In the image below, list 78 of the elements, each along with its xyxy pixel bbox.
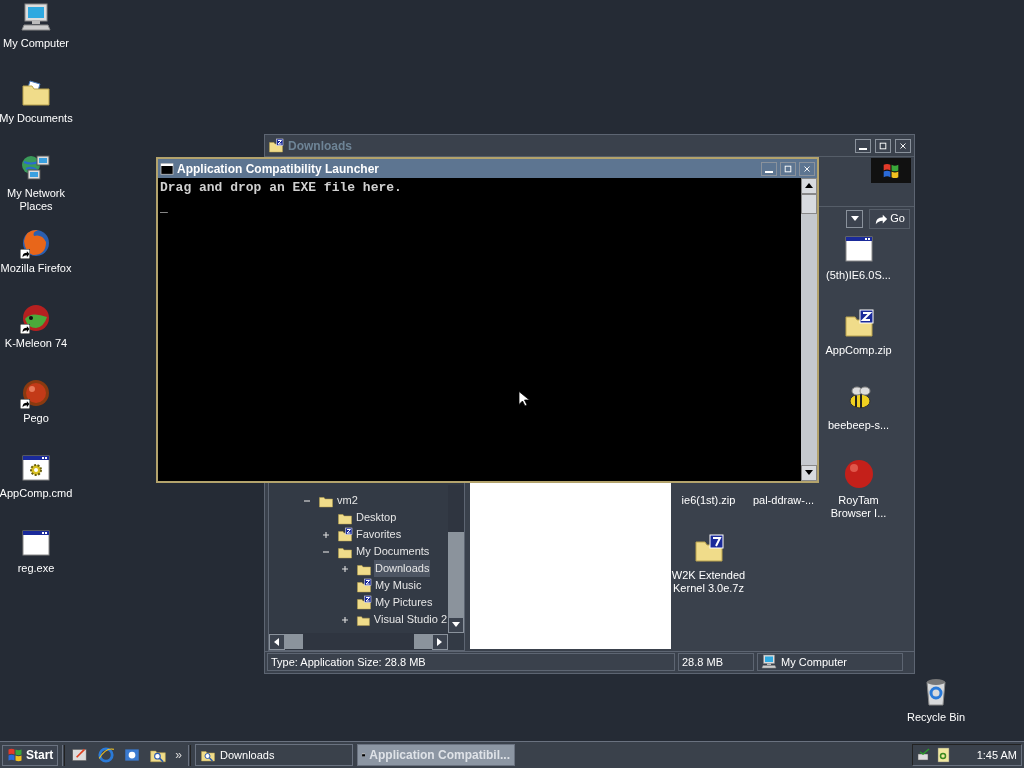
media-icon <box>123 746 142 764</box>
up-arrow-icon <box>805 183 813 189</box>
minimize-icon <box>765 170 773 173</box>
taskbar-button[interactable]: Downloads <box>195 744 354 766</box>
close-icon <box>898 140 908 151</box>
computer-icon <box>761 654 777 670</box>
file-name[interactable]: W2K Extended Kernel 3.0e.7z <box>671 569 746 595</box>
icon-label[interactable]: reg.exe <box>17 562 55 575</box>
minimize-icon <box>859 147 867 150</box>
window-title: Application Compatibility Launcher <box>177 160 379 178</box>
tree-item[interactable]: vm2 <box>336 492 359 509</box>
scroll-down-button[interactable] <box>448 617 464 633</box>
close-button[interactable] <box>895 138 911 153</box>
status-text: 28.8 MB <box>682 654 723 670</box>
scroll-thumb[interactable] <box>801 194 817 214</box>
address-dropdown-button[interactable] <box>846 209 864 228</box>
go-button[interactable]: Go <box>869 208 910 229</box>
icon-label[interactable]: Pego <box>23 412 49 425</box>
down-arrow-icon <box>452 622 460 628</box>
icon-label[interactable]: My Documents <box>0 112 73 125</box>
archive-folder-icon <box>692 533 725 565</box>
file-name[interactable]: beebeep-s... <box>827 419 890 432</box>
scroll-right-button[interactable] <box>432 633 448 650</box>
maximize-button[interactable] <box>780 161 796 176</box>
clock: 1:45 AM <box>976 747 1017 763</box>
maximize-icon <box>783 163 793 174</box>
file-name[interactable]: pal-ddraw-... <box>752 494 815 507</box>
mouse-pointer-icon <box>518 390 530 408</box>
icon-label[interactable]: Recycle Bin <box>906 711 966 724</box>
window-title: Downloads <box>288 137 352 155</box>
text-cursor: _ <box>160 201 168 215</box>
vertical-scrollbar[interactable] <box>801 178 817 481</box>
tree-item[interactable]: My Documents <box>355 543 431 560</box>
tree-item[interactable]: My Music <box>374 577 423 594</box>
ball-icon <box>842 458 875 490</box>
scroll-left-button[interactable] <box>269 633 285 650</box>
browser-icon <box>97 746 116 764</box>
caret-icon <box>850 215 859 222</box>
close-button[interactable] <box>799 161 815 176</box>
scroll-thumb[interactable] <box>285 634 303 649</box>
tree-item[interactable]: Downloads <box>374 560 431 577</box>
icon-label[interactable]: AppComp.cmd <box>0 487 73 500</box>
close-icon <box>802 163 812 174</box>
tree-item[interactable]: Visual Studio 2 <box>372 611 448 628</box>
more-button[interactable]: » <box>173 746 185 764</box>
key-document-icon <box>936 747 952 763</box>
icon-label[interactable]: Mozilla Firefox <box>0 262 72 275</box>
left-arrow-icon <box>274 637 280 646</box>
status-text: Type: Application Size: 28.8 MB <box>271 654 426 670</box>
icon-label[interactable]: My Computer <box>3 37 69 50</box>
file-name[interactable]: RoyTam Browser I... <box>821 494 896 520</box>
maximize-icon <box>878 140 888 151</box>
file-name[interactable]: AppComp.zip <box>825 344 892 357</box>
status-text: My Computer <box>781 654 848 670</box>
tree-item[interactable]: My Pictures <box>374 594 434 611</box>
down-arrow-icon <box>805 470 813 476</box>
scroll-thumb[interactable] <box>448 532 464 617</box>
file-name[interactable]: (5th)IE6.0S... <box>826 269 891 282</box>
icon-label[interactable]: K-Meleon 74 <box>4 337 68 350</box>
windows-logo <box>871 158 911 183</box>
tree-item[interactable]: Desktop <box>355 509 398 526</box>
vertical-scrollbar[interactable] <box>448 485 464 633</box>
tree-item[interactable]: Favorites <box>355 526 403 543</box>
scroll-down-button[interactable] <box>801 465 817 481</box>
right-arrow-icon <box>437 637 443 646</box>
window-icon <box>842 233 875 265</box>
horizontal-scrollbar[interactable] <box>269 633 448 650</box>
minimize-button[interactable] <box>761 161 777 176</box>
zip-folder-icon <box>842 308 875 340</box>
file-name[interactable]: ie6(1st).zip <box>681 494 736 507</box>
icon-label[interactable]: My Network Places <box>0 187 74 213</box>
scroll-up-button[interactable] <box>801 178 817 194</box>
start-button[interactable]: Start <box>2 744 59 766</box>
windows-logo-icon <box>7 747 23 763</box>
minimize-button[interactable] <box>855 138 871 153</box>
console-text: Drag and drop an EXE file here. <box>160 181 403 195</box>
scroll-thumb[interactable] <box>414 634 432 649</box>
maximize-button[interactable] <box>875 138 891 153</box>
